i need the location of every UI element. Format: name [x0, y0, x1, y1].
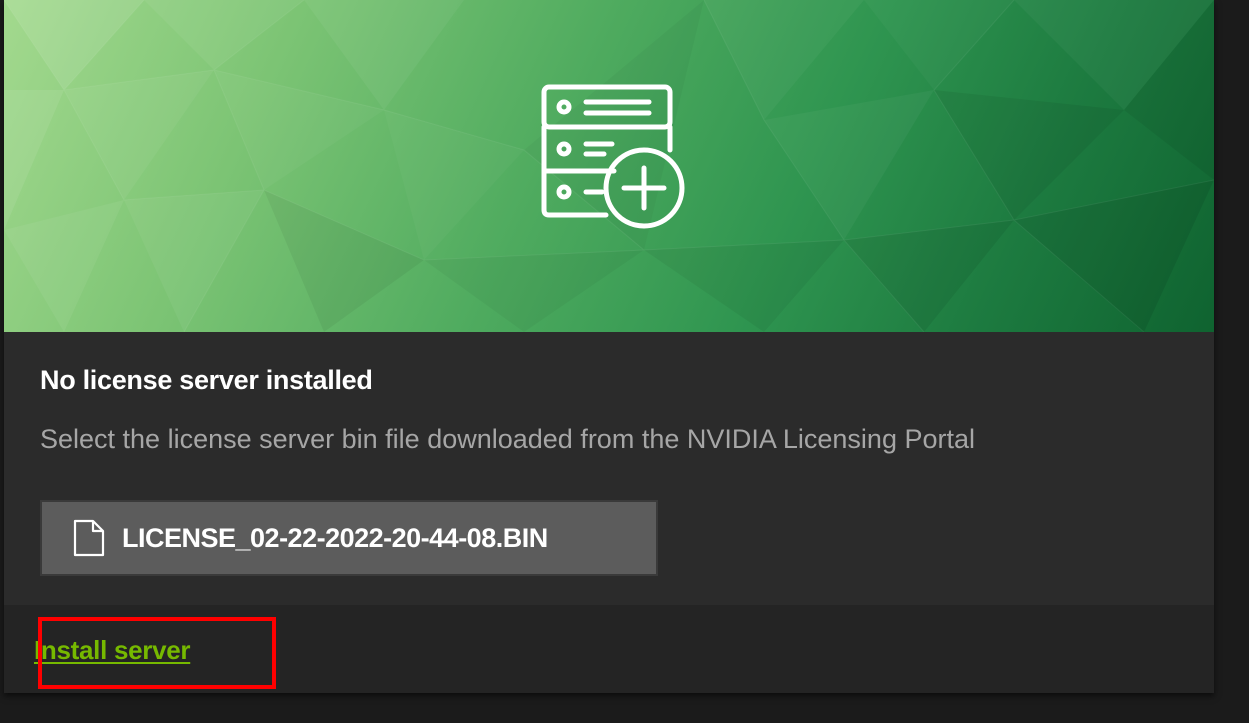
file-icon — [73, 519, 105, 557]
card-footer: Install server — [4, 605, 1214, 693]
hero-banner — [4, 0, 1214, 332]
license-server-card: No license server installed Select the l… — [4, 0, 1214, 693]
description-text: Select the license server bin file downl… — [40, 424, 975, 454]
file-select-button[interactable]: LICENSE_02-22-2022-20-44-08.BIN — [40, 500, 658, 576]
server-add-icon — [541, 84, 685, 229]
content-section: No license server installed Select the l… — [4, 332, 1214, 605]
install-server-link[interactable]: Install server — [34, 635, 191, 666]
file-name: LICENSE_02-22-2022-20-44-08.BIN — [122, 522, 548, 553]
page-title: No license server installed — [40, 365, 373, 395]
